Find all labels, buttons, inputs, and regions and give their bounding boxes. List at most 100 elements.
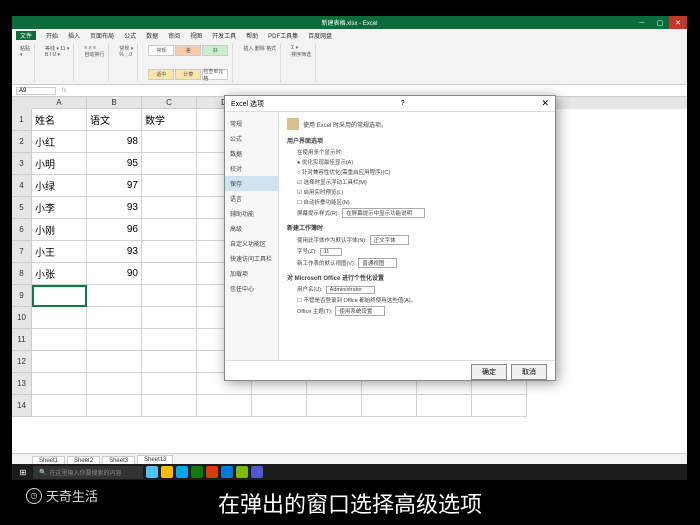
cell[interactable]: 93 (87, 197, 142, 219)
cell[interactable] (252, 395, 307, 417)
cell[interactable]: 小红 (32, 131, 87, 153)
row-header[interactable]: 11 (12, 329, 32, 351)
col-header[interactable]: A (32, 97, 87, 109)
cell[interactable]: 90 (87, 263, 142, 285)
row-header[interactable]: 7 (12, 241, 32, 263)
cell[interactable] (142, 395, 197, 417)
start-button[interactable]: ⊞ (16, 465, 30, 479)
row-header[interactable]: 4 (12, 175, 32, 197)
option-item[interactable]: ☑ 选择时显示浮动工具栏(M) (287, 177, 547, 187)
task-icon[interactable] (146, 466, 158, 478)
dialog-nav-item[interactable]: 数据 (225, 146, 278, 161)
cell[interactable] (142, 131, 197, 153)
cell[interactable]: 小明 (32, 153, 87, 175)
cell[interactable] (87, 373, 142, 395)
cell[interactable] (142, 351, 197, 373)
option-item[interactable]: ☐ 自动折叠功能区(N) (287, 197, 547, 207)
cell[interactable] (87, 351, 142, 373)
font-size-dropdown[interactable]: 11 (320, 248, 343, 256)
cell[interactable] (32, 329, 87, 351)
clipboard-group[interactable]: 粘贴▾ (16, 43, 35, 82)
editing-group[interactable]: Σ ▾排序筛选 (287, 43, 316, 82)
cell[interactable]: 小张 (32, 263, 87, 285)
row-header[interactable]: 9 (12, 285, 32, 307)
style-neutral[interactable]: 适中 (148, 69, 174, 80)
row-header[interactable]: 1 (12, 109, 32, 131)
font-group[interactable]: 等线 ▾ 11 ▾B I U ▾ (41, 43, 74, 82)
row-header[interactable]: 14 (12, 395, 32, 417)
cell[interactable] (142, 307, 197, 329)
cell[interactable]: 96 (87, 219, 142, 241)
menu-9[interactable]: 帮助 (246, 31, 258, 40)
cell[interactable] (142, 241, 197, 263)
option-item[interactable]: ○ 针对兼容性优化(需重启应用程序)(C) (287, 167, 547, 177)
cells-group[interactable]: 插入 删除 格式 (239, 43, 281, 82)
row-header[interactable]: 10 (12, 307, 32, 329)
dialog-nav-item[interactable]: 校对 (225, 161, 278, 176)
cancel-button[interactable]: 取消 (511, 364, 547, 380)
menu-5[interactable]: 数据 (146, 31, 158, 40)
row-header[interactable]: 8 (12, 263, 32, 285)
close-icon[interactable]: ✕ (669, 16, 687, 29)
cell[interactable]: 97 (87, 175, 142, 197)
cell[interactable]: 小王 (32, 241, 87, 263)
cell[interactable] (32, 307, 87, 329)
menu-2[interactable]: 插入 (68, 31, 80, 40)
username-input[interactable]: Administrator (326, 286, 375, 294)
cell[interactable] (142, 263, 197, 285)
cell[interactable] (417, 395, 472, 417)
cell[interactable] (142, 373, 197, 395)
cell[interactable]: 数学 (142, 109, 197, 131)
style-normal[interactable]: 常规 (148, 45, 174, 56)
taskbar-search[interactable]: 🔍 在这里输入你要搜索的内容 (33, 466, 143, 479)
row-header[interactable]: 3 (12, 153, 32, 175)
cell[interactable] (197, 395, 252, 417)
cell[interactable]: 小刚 (32, 219, 87, 241)
task-icon[interactable] (221, 466, 233, 478)
default-font-dropdown[interactable]: 正文字体 (370, 235, 409, 245)
cell[interactable] (32, 373, 87, 395)
row-header[interactable]: 5 (12, 197, 32, 219)
align-group[interactable]: ≡ ≡ ≡自动换行 (80, 43, 109, 82)
task-icon[interactable] (236, 466, 248, 478)
cell[interactable]: 93 (87, 241, 142, 263)
menu-3[interactable]: 页面布局 (90, 31, 114, 40)
name-box[interactable]: A9 (16, 87, 56, 95)
always-use-checkbox[interactable]: ☐ 不管是否登录到 Office 都始终使用这些值(A)。 (287, 295, 547, 305)
col-header[interactable]: B (87, 97, 142, 109)
task-icon-excel[interactable] (191, 466, 203, 478)
cell[interactable] (362, 395, 417, 417)
row-header[interactable]: 6 (12, 219, 32, 241)
menu-7[interactable]: 视图 (190, 31, 202, 40)
row-header[interactable]: 2 (12, 131, 32, 153)
style-good[interactable]: 好 (202, 45, 228, 56)
menu-11[interactable]: 百度网盘 (308, 31, 332, 40)
menu-6[interactable]: 审阅 (168, 31, 180, 40)
dialog-nav-item[interactable]: 快速访问工具栏 (225, 251, 278, 266)
menu-4[interactable]: 公式 (124, 31, 136, 40)
cell[interactable]: 98 (87, 131, 142, 153)
cell[interactable] (87, 395, 142, 417)
default-view-dropdown[interactable]: 普通视图 (358, 258, 397, 268)
dialog-nav-item[interactable]: 语言 (225, 191, 278, 206)
cell[interactable] (472, 395, 527, 417)
style-bad[interactable]: 差 (175, 45, 201, 56)
col-header[interactable]: C (142, 97, 197, 109)
number-group[interactable]: 常规 ▾% , .0 (115, 43, 138, 82)
task-icon[interactable] (206, 466, 218, 478)
option-item[interactable]: ☑ 启用实时预览(L) (287, 187, 547, 197)
cell[interactable] (32, 395, 87, 417)
dialog-nav-item[interactable]: 公式 (225, 131, 278, 146)
dialog-nav-item[interactable]: 加载项 (225, 266, 278, 281)
cell[interactable] (142, 219, 197, 241)
dialog-nav-item[interactable]: 信任中心 (225, 281, 278, 296)
row-header[interactable]: 12 (12, 351, 32, 373)
task-icon[interactable] (161, 466, 173, 478)
style-calc[interactable]: 计算 (175, 69, 201, 80)
cell[interactable] (32, 351, 87, 373)
dialog-nav-item[interactable]: 常规 (225, 116, 278, 131)
ok-button[interactable]: 确定 (471, 364, 507, 380)
menu-1[interactable]: 开始 (46, 31, 58, 40)
row-header[interactable]: 13 (12, 373, 32, 395)
dialog-close-icon[interactable]: ✕ (541, 98, 549, 109)
